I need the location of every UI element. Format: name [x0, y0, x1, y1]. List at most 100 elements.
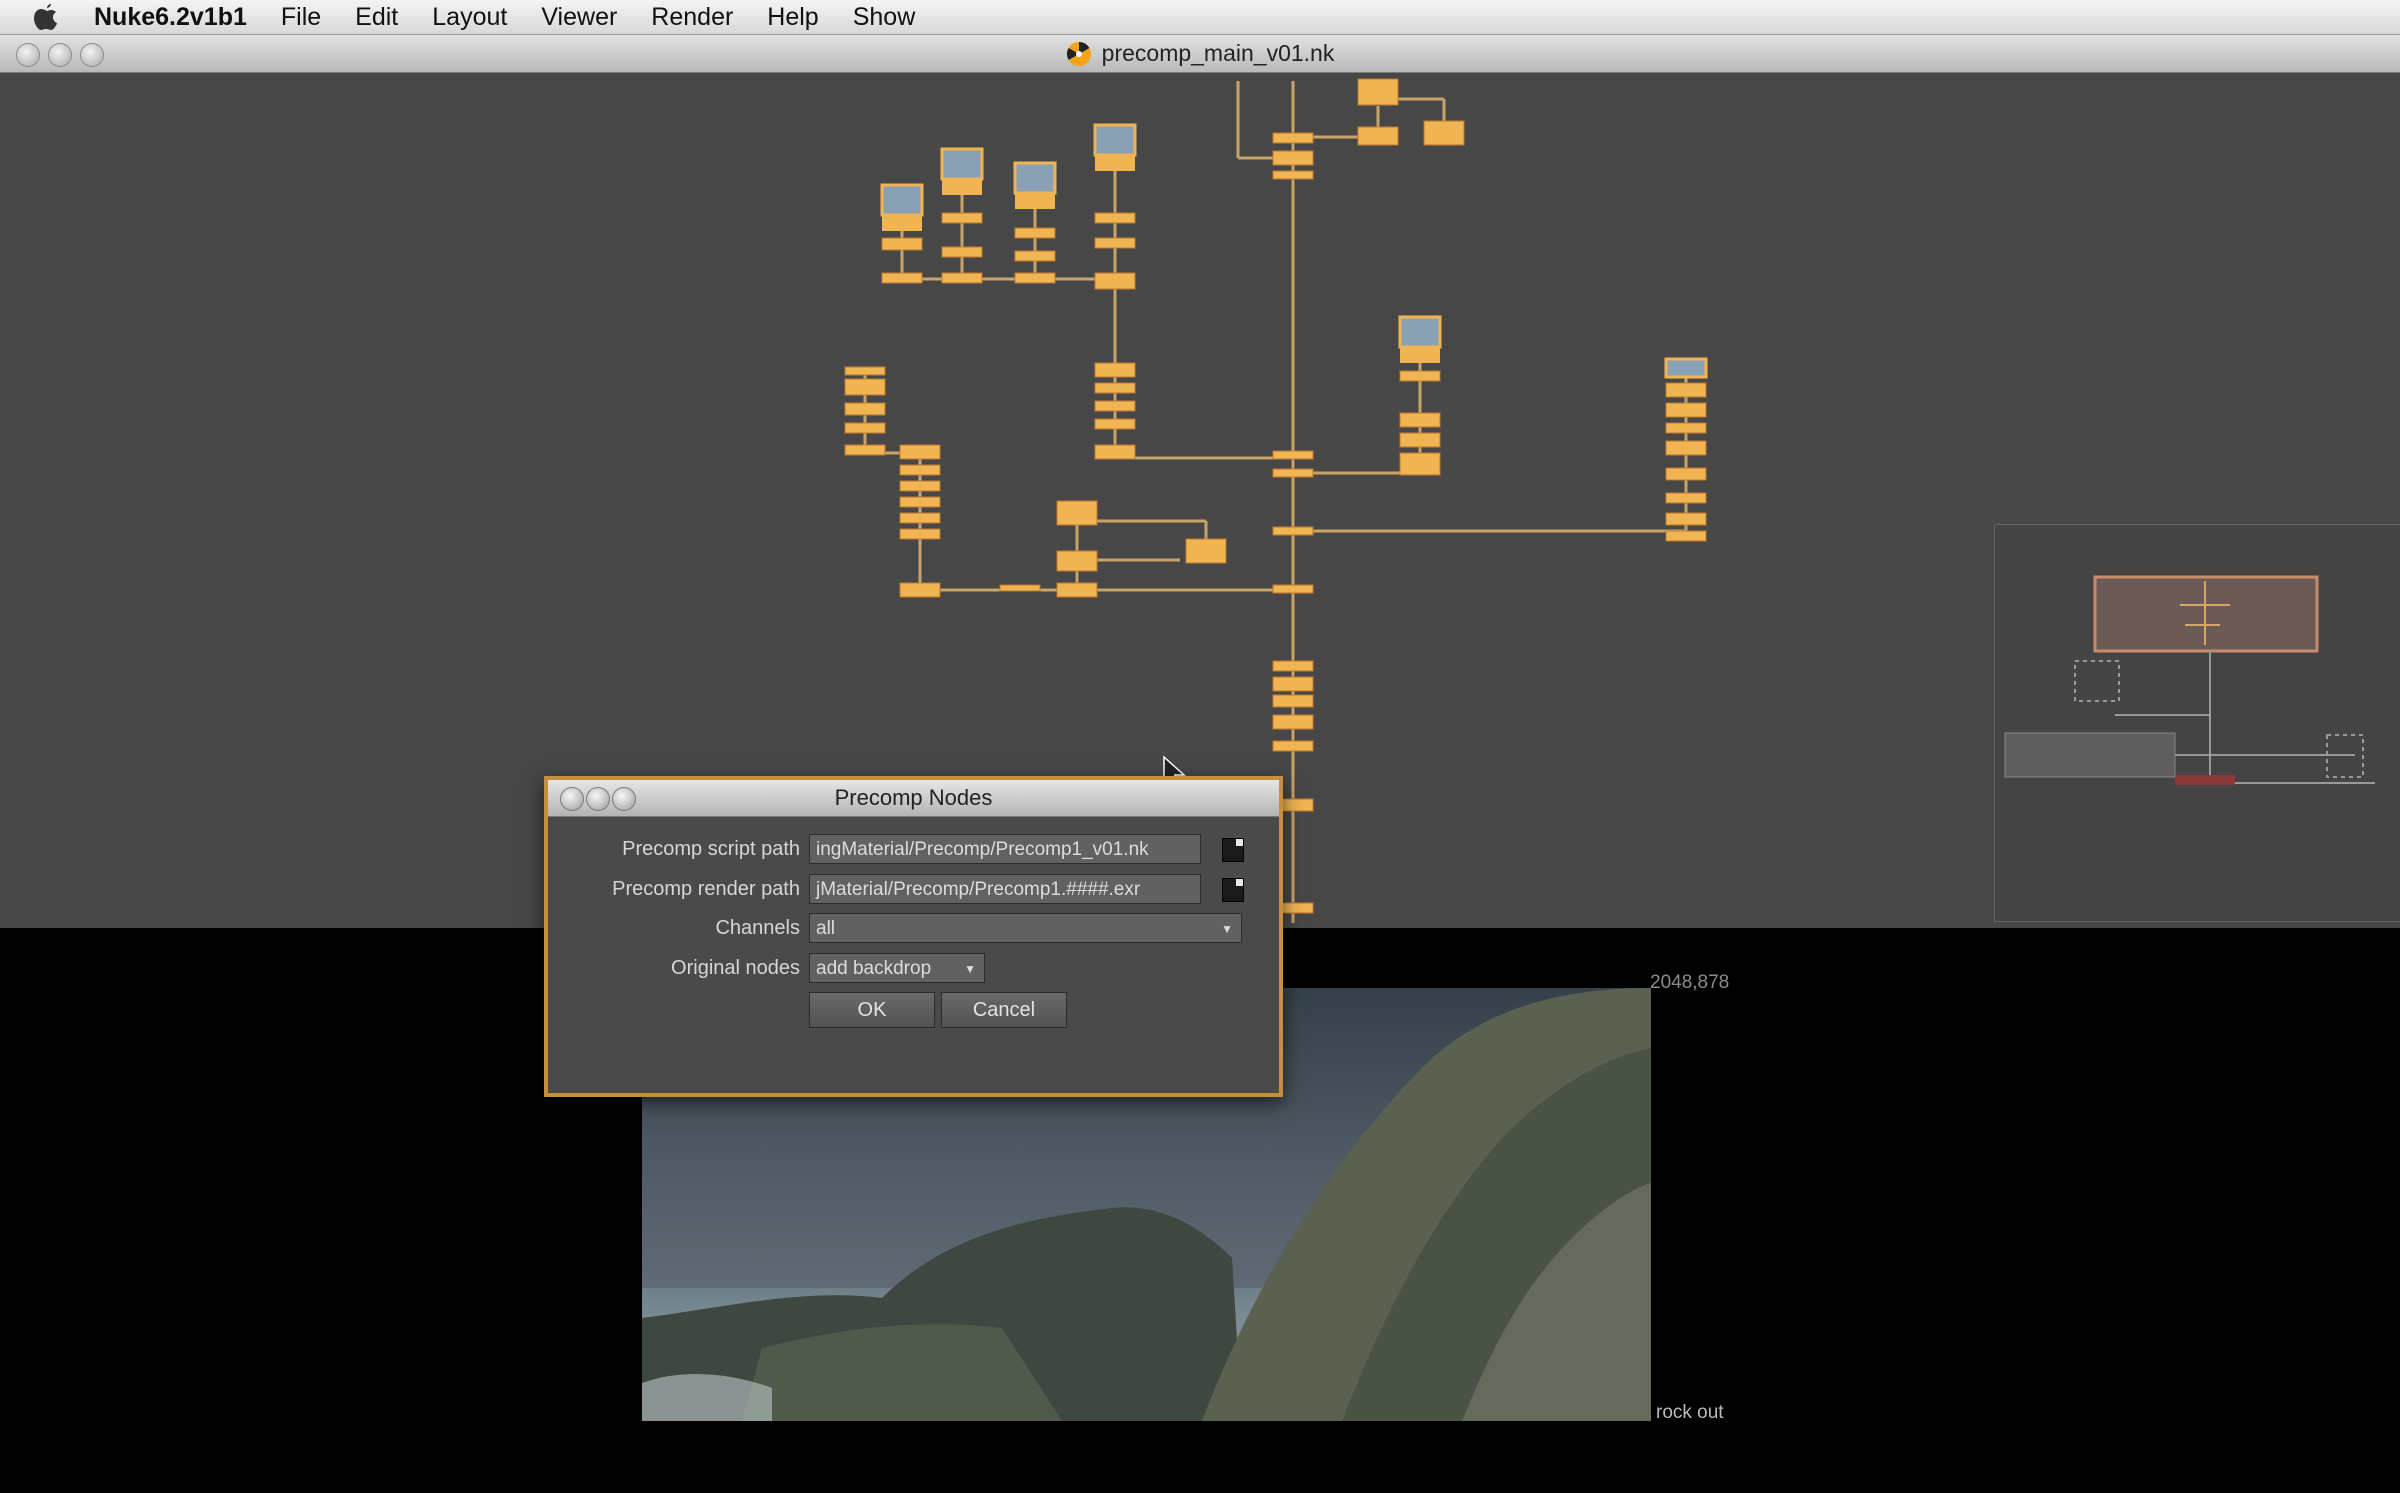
- channels-dropdown[interactable]: all ▼: [809, 913, 1242, 943]
- node[interactable]: [1014, 250, 1056, 262]
- file-browse-icon[interactable]: [1222, 838, 1244, 862]
- original-nodes-dropdown[interactable]: add backdrop ▼: [809, 953, 985, 983]
- node[interactable]: [1185, 538, 1227, 564]
- node[interactable]: [1094, 400, 1136, 412]
- node[interactable]: [1665, 402, 1707, 418]
- ok-button[interactable]: OK: [809, 992, 935, 1028]
- render-path-row: Precomp render path jMaterial/Precomp/Pr…: [548, 872, 1279, 906]
- node[interactable]: [1399, 412, 1441, 428]
- read-node[interactable]: [1013, 161, 1057, 209]
- node[interactable]: [1272, 584, 1314, 594]
- window-title-bar[interactable]: precomp_main_v01.nk: [0, 35, 2400, 73]
- read-node[interactable]: [880, 183, 924, 231]
- node[interactable]: [1272, 740, 1314, 752]
- node[interactable]: [899, 496, 941, 508]
- script-path-label: Precomp script path: [622, 838, 800, 860]
- channels-label: Channels: [715, 917, 800, 939]
- node[interactable]: [1665, 422, 1707, 434]
- menu-layout[interactable]: Layout: [432, 3, 507, 32]
- menu-edit[interactable]: Edit: [355, 3, 398, 32]
- minimap-block: [2004, 732, 2176, 778]
- node[interactable]: [1357, 126, 1399, 146]
- node[interactable]: [1399, 432, 1441, 448]
- read-node[interactable]: [1093, 123, 1137, 171]
- node[interactable]: [844, 402, 886, 416]
- node[interactable]: [1056, 550, 1098, 572]
- node[interactable]: [941, 246, 983, 258]
- node[interactable]: [899, 582, 941, 598]
- node[interactable]: [1665, 467, 1707, 481]
- node[interactable]: [999, 584, 1041, 592]
- node[interactable]: [899, 444, 941, 460]
- node[interactable]: [1272, 468, 1314, 478]
- node[interactable]: [1014, 272, 1056, 284]
- node[interactable]: [1665, 512, 1707, 526]
- node[interactable]: [844, 378, 886, 396]
- read-node[interactable]: [940, 147, 984, 195]
- node[interactable]: [844, 366, 886, 376]
- node[interactable]: [844, 444, 886, 456]
- node[interactable]: [1665, 530, 1707, 542]
- node[interactable]: [1094, 272, 1136, 290]
- node[interactable]: [1014, 227, 1056, 239]
- dropdown-arrow-icon: ▼: [964, 962, 976, 976]
- node[interactable]: [1272, 450, 1314, 460]
- node[interactable]: [1423, 120, 1465, 146]
- node[interactable]: [844, 422, 886, 434]
- node[interactable]: [1056, 500, 1098, 526]
- node[interactable]: [1665, 492, 1707, 504]
- node[interactable]: [1399, 370, 1441, 382]
- node[interactable]: [1094, 418, 1136, 430]
- app-name-menu[interactable]: Nuke6.2v1b1: [94, 3, 247, 32]
- node[interactable]: [1272, 170, 1314, 180]
- node[interactable]: [881, 272, 923, 284]
- read-node[interactable]: [1398, 315, 1442, 363]
- node[interactable]: [1272, 526, 1314, 536]
- window-title-area: precomp_main_v01.nk: [0, 35, 2400, 72]
- node[interactable]: [1056, 582, 1098, 598]
- format-label: 2048,878: [1650, 972, 1730, 993]
- render-path-field[interactable]: jMaterial/Precomp/Precomp1.####.exr: [809, 874, 1201, 904]
- node[interactable]: [1272, 676, 1314, 692]
- node[interactable]: [1094, 212, 1136, 224]
- dag-minimap[interactable]: [1994, 524, 2400, 922]
- node[interactable]: [1094, 382, 1136, 394]
- node[interactable]: [1399, 452, 1441, 476]
- original-nodes-label: Original nodes: [671, 957, 800, 979]
- menu-bar: Nuke6.2v1b1 File Edit Layout Viewer Rend…: [0, 0, 2400, 35]
- precomp-dialog[interactable]: Precomp Nodes Precomp script path ingMat…: [544, 776, 1283, 1097]
- node[interactable]: [1094, 444, 1136, 460]
- script-path-field[interactable]: ingMaterial/Precomp/Precomp1_v01.nk: [809, 834, 1201, 864]
- node[interactable]: [899, 512, 941, 524]
- menu-viewer[interactable]: Viewer: [541, 3, 617, 32]
- apple-icon[interactable]: [28, 2, 64, 32]
- node[interactable]: [899, 464, 941, 476]
- node[interactable]: [1272, 714, 1314, 730]
- node[interactable]: [1665, 440, 1707, 456]
- node[interactable]: [1272, 150, 1314, 166]
- cancel-button[interactable]: Cancel: [941, 992, 1067, 1028]
- node[interactable]: [1272, 660, 1314, 672]
- node[interactable]: [1272, 694, 1314, 708]
- menu-render[interactable]: Render: [651, 3, 733, 32]
- minimap-canvas[interactable]: [1995, 525, 2400, 921]
- node[interactable]: [1665, 382, 1707, 398]
- channels-value: all: [816, 918, 836, 939]
- node[interactable]: [1272, 132, 1314, 144]
- node[interactable]: [1094, 237, 1136, 249]
- node[interactable]: [899, 528, 941, 540]
- node[interactable]: [1094, 362, 1136, 378]
- menu-file[interactable]: File: [281, 3, 321, 32]
- read-node[interactable]: [1664, 357, 1708, 379]
- node[interactable]: [899, 480, 941, 492]
- menu-help[interactable]: Help: [767, 3, 818, 32]
- file-browse-icon[interactable]: [1222, 878, 1244, 902]
- node[interactable]: [941, 212, 983, 224]
- dialog-title-bar[interactable]: Precomp Nodes: [548, 780, 1279, 817]
- script-path-row: Precomp script path ingMaterial/Precomp/…: [548, 832, 1279, 866]
- dialog-buttons-row: OK Cancel: [548, 992, 1279, 1028]
- node[interactable]: [941, 272, 983, 284]
- menu-show[interactable]: Show: [853, 3, 916, 32]
- node[interactable]: [881, 237, 923, 251]
- node[interactable]: [1357, 78, 1399, 106]
